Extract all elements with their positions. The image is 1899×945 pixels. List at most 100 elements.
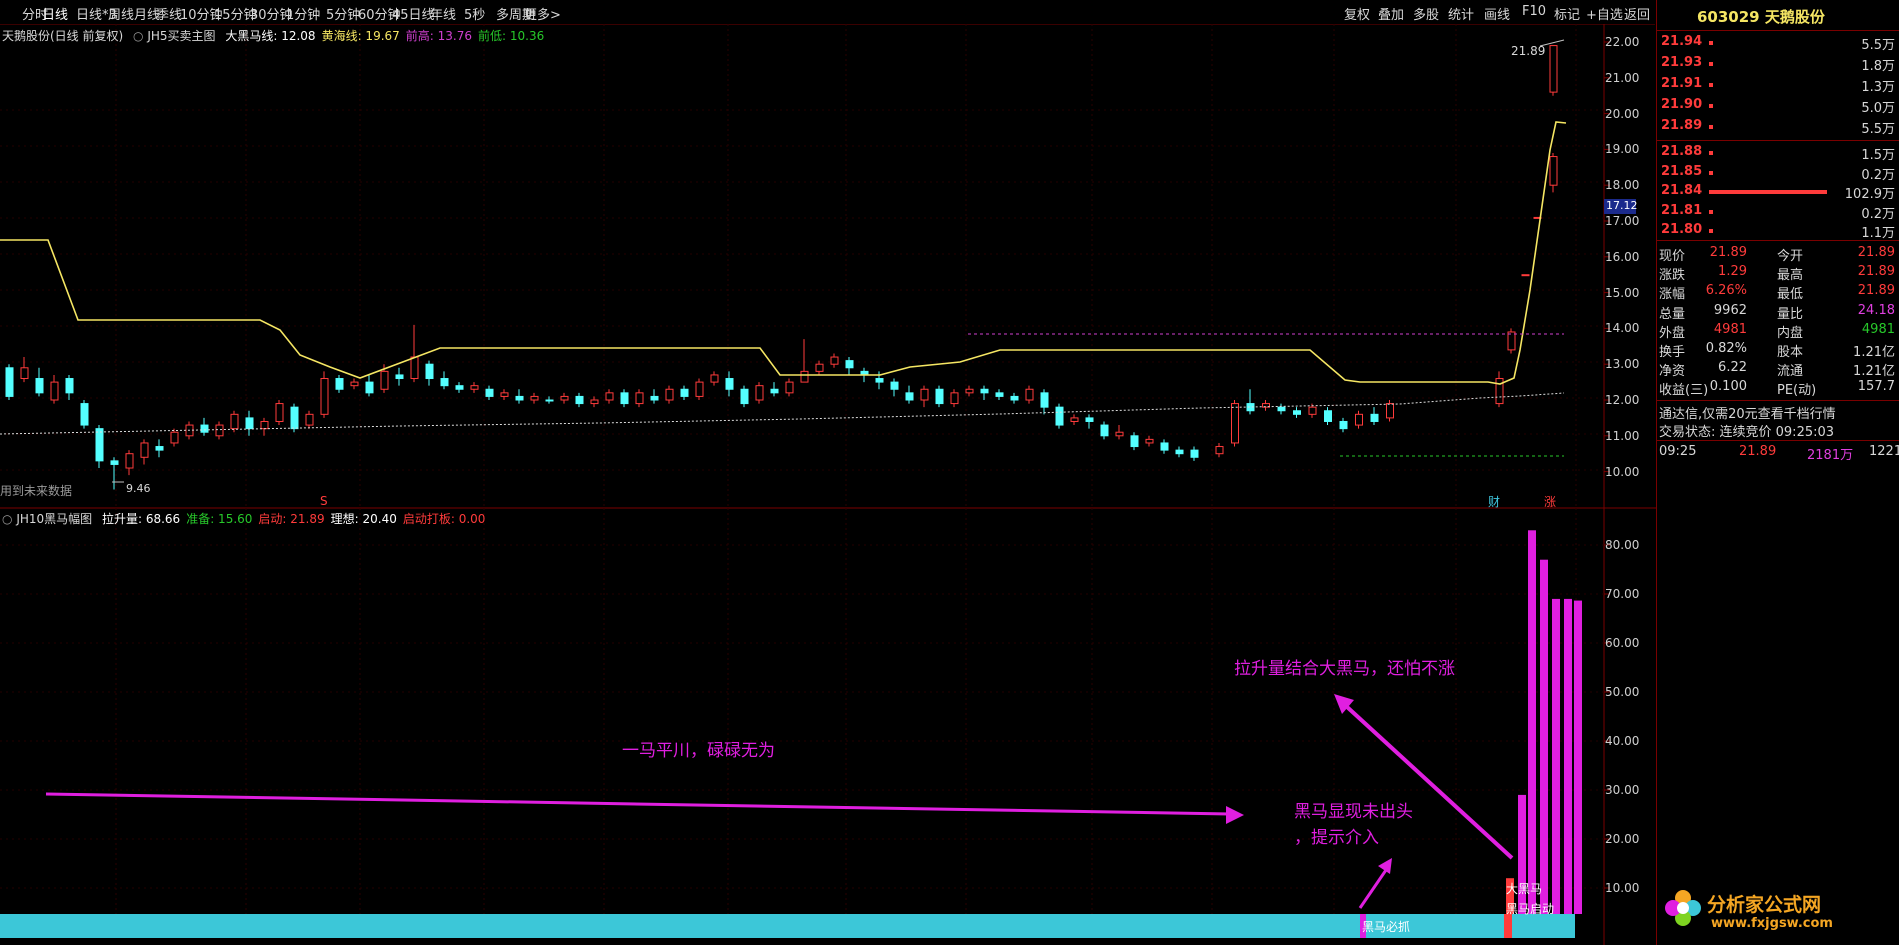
period-tab-5[interactable]: 季线	[156, 4, 182, 23]
candle-body	[1010, 395, 1019, 401]
tick-price: 21.89	[1739, 444, 1777, 459]
stat-l1: 现价	[1659, 249, 1686, 264]
bid-volume-bar	[1709, 229, 1713, 233]
stat-l1: 收益(三)	[1659, 383, 1709, 399]
toolbar-button-7[interactable]: +自选	[1586, 4, 1623, 23]
toolbar-button-5[interactable]: F10	[1522, 4, 1546, 19]
rise-marker: 涨	[1544, 495, 1557, 509]
pull-volume-bar	[1574, 600, 1582, 914]
stat-v1: 4981	[1713, 321, 1747, 337]
sub-legend-value-0: 拉升量: 68.66	[101, 512, 181, 526]
period-tab-16[interactable]: 更多>	[524, 4, 561, 23]
candle-body	[200, 424, 209, 433]
candle-body	[395, 374, 404, 380]
candle-body	[1190, 449, 1199, 458]
period-tab-12[interactable]: 45日线	[392, 4, 435, 23]
bid-volume: 102.9万	[1844, 187, 1895, 202]
candle-body	[965, 388, 974, 394]
brand-name: 分析家公式网	[1707, 894, 1822, 916]
pull-volume-bar	[1540, 559, 1548, 914]
toolbar-button-1[interactable]: 叠加	[1378, 4, 1404, 23]
candle-body	[1085, 417, 1094, 422]
ask-price: 21.89	[1661, 118, 1703, 133]
future-data-note: 用到未来数据	[0, 484, 73, 498]
sub-axis-tick: 10.00	[1605, 881, 1640, 895]
candle-body	[65, 378, 74, 394]
price-tick: 13.00	[1605, 357, 1640, 372]
candle-body	[1324, 410, 1332, 422]
big-horse-label: 大黑马	[1506, 882, 1543, 896]
candle-body	[290, 406, 299, 430]
candle-body	[410, 356, 419, 380]
period-tab-14[interactable]: 5秒	[464, 4, 485, 23]
candle-body	[260, 420, 269, 430]
candle-body	[1308, 406, 1317, 415]
candle-body	[770, 388, 779, 394]
candle-body	[560, 395, 569, 401]
price-tick: 19.00	[1605, 142, 1640, 157]
stat-v1: 0.100	[1709, 379, 1747, 395]
candle-body	[1070, 417, 1079, 422]
high-price-label: 21.89	[1511, 44, 1546, 58]
candle-body	[305, 413, 314, 426]
candle-body	[575, 395, 584, 405]
candle-body	[695, 381, 704, 397]
candle-body	[170, 431, 179, 444]
bid-price: 21.81	[1661, 202, 1703, 218]
candle-body	[800, 370, 809, 383]
toolbar-button-4[interactable]: 画线	[1484, 4, 1510, 23]
candle-body	[245, 417, 254, 430]
bid-price: 21.80	[1661, 222, 1703, 237]
candle-body	[1507, 331, 1516, 351]
toolbar-button-6[interactable]: 标记	[1554, 4, 1580, 23]
period-tab-13[interactable]: 年线	[430, 4, 456, 23]
stat-v1: 0.82%	[1705, 341, 1747, 356]
price-tick: 17.00	[1605, 214, 1640, 228]
period-tab-1[interactable]: 日线	[42, 4, 68, 23]
current-price-tag: 17.12	[1604, 199, 1638, 214]
candle-body	[1339, 420, 1348, 430]
indicator-values: 大黑马线: 12.08 黄海线: 19.67 前高: 13.76 前低: 10.36	[219, 29, 544, 43]
toolbar-button-0[interactable]: 复权	[1344, 4, 1370, 23]
candle-body	[1370, 413, 1379, 422]
candle-body	[1355, 413, 1363, 426]
candle-body	[920, 388, 929, 401]
circle-icon: ○	[2, 512, 13, 526]
promo-link[interactable]: 通达信,仅需20元查看千档行情	[1659, 403, 1836, 422]
candle-body	[620, 392, 629, 405]
candle-body	[1293, 410, 1301, 415]
stat-l2: 今开	[1777, 249, 1804, 264]
candle-body	[110, 460, 119, 465]
bid-price: 21.84	[1661, 183, 1703, 198]
toolbar-button-8[interactable]: 返回	[1624, 4, 1650, 23]
candle-body	[155, 446, 164, 451]
candle-body	[1175, 449, 1184, 455]
toolbar-button-3[interactable]: 统计	[1448, 4, 1474, 23]
legend-value-3: 前低: 10.36	[478, 29, 545, 43]
sub-indicator-name: JH10黑马幅图	[16, 512, 93, 526]
horse-start-signal-bar	[1504, 914, 1512, 938]
candle-body	[350, 381, 359, 387]
sub-axis-tick: 50.00	[1605, 685, 1640, 699]
stat-l2: 量比	[1777, 306, 1804, 322]
toolbar-button-2[interactable]: 多股	[1413, 4, 1439, 23]
candle-body	[425, 363, 434, 380]
price-tick: 21.00	[1605, 70, 1640, 85]
stat-v1: 1.29	[1718, 264, 1747, 280]
candle-body	[1549, 156, 1558, 186]
period-tab-3[interactable]: 周线	[108, 4, 134, 23]
stat-v1: 9962	[1713, 302, 1747, 318]
stat-l1: 外盘	[1659, 325, 1686, 341]
candle-body	[1055, 406, 1064, 426]
period-tab-10[interactable]: 5分钟	[326, 4, 360, 23]
stat-v1: 6.26%	[1705, 283, 1747, 299]
candle-body	[1100, 424, 1109, 437]
bid-volume: 0.2万	[1861, 167, 1895, 183]
stat-l1: 涨幅	[1659, 287, 1686, 303]
brand-url[interactable]: www.fxjgsw.com	[1711, 916, 1833, 931]
candlestick-series	[5, 45, 1558, 490]
bottom-signal-band	[0, 914, 1575, 938]
period-tab-9[interactable]: 1分钟	[286, 4, 320, 23]
stat-l2: 流通	[1777, 364, 1804, 380]
trade-status: 交易状态: 连续竞价 09:25:03	[1659, 425, 1835, 440]
